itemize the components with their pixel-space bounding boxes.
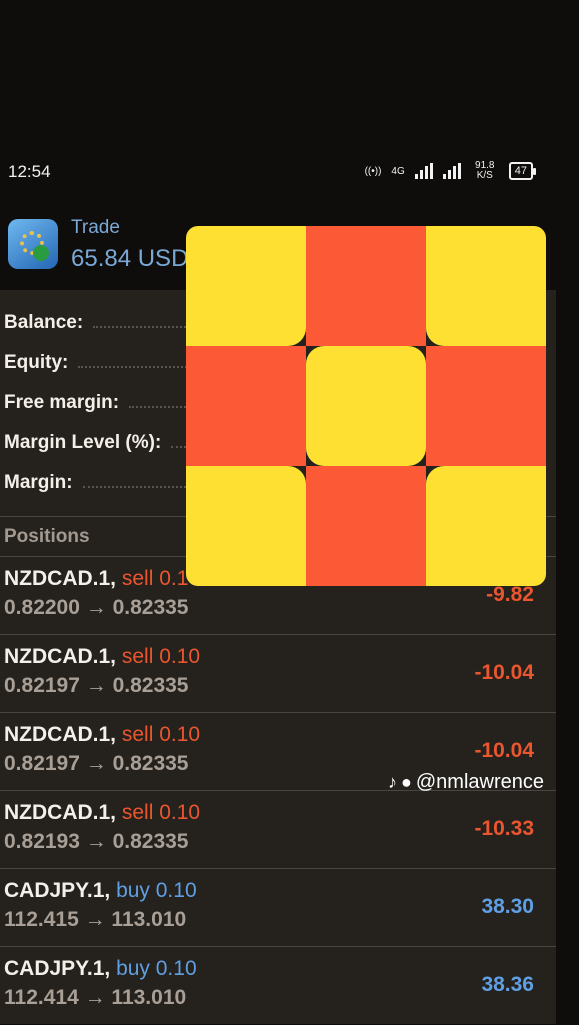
position-side: buy 0.10 xyxy=(116,957,197,980)
position-profit: -10.04 xyxy=(474,661,534,684)
position-side: sell 0.10 xyxy=(121,645,201,668)
summary-row-balance: Balance: xyxy=(4,303,194,343)
position-row[interactable]: CADJPY.1, buy 0.10 112.415 → 113.010 38.… xyxy=(0,868,556,947)
battery-icon: 47 xyxy=(508,162,537,180)
position-side: sell 0.10 xyxy=(121,801,201,824)
position-prices: 0.82197 → 0.82335 xyxy=(4,674,189,697)
app-logo-icon xyxy=(8,219,58,269)
header-balance: 65.84 USD xyxy=(71,245,189,272)
position-profit: -10.04 xyxy=(474,739,534,762)
position-prices: 0.82200 → 0.82335 xyxy=(4,596,189,619)
position-prices: 0.82197 → 0.82335 xyxy=(4,752,189,775)
summary-row-free-margin: Free margin: xyxy=(4,383,194,423)
music-note-icon: ♪ xyxy=(388,771,397,792)
signal-icon-2 xyxy=(442,163,461,179)
position-symbol: NZDCAD.1, sell 0.10 xyxy=(4,645,201,668)
summary-row-margin-level: Margin Level (%): xyxy=(4,423,194,463)
position-row[interactable]: CADJPY.1, buy 0.10 112.414 → 113.010 38.… xyxy=(0,946,556,1025)
watermark-handle: @nmlawrence xyxy=(415,770,544,793)
status-time: 12:54 xyxy=(8,162,51,181)
network-label: 4G xyxy=(391,165,405,177)
position-row[interactable]: NZDCAD.1, sell 0.10 0.82193 → 0.82335 -1… xyxy=(0,790,556,869)
position-profit: 38.30 xyxy=(481,895,534,918)
checker-overlay-image xyxy=(186,226,546,586)
hotspot-icon: ((•)) xyxy=(364,165,382,177)
position-profit: -10.33 xyxy=(474,817,534,840)
position-prices: 0.82193 → 0.82335 xyxy=(4,830,189,853)
position-side: sell 0.10 xyxy=(121,723,201,746)
watermark: ♪ ● @nmlawrence xyxy=(388,768,544,796)
position-prices: 112.415 → 113.010 xyxy=(4,908,187,931)
position-symbol: NZDCAD.1, sell 0.10 xyxy=(4,567,201,590)
position-side: buy 0.10 xyxy=(116,879,197,902)
status-bar: 12:54 ((•)) 4G 91.8 K/S 47 xyxy=(0,150,579,192)
header-title: Trade xyxy=(71,217,120,238)
position-row[interactable]: NZDCAD.1, sell 0.10 0.82197 → 0.82335 -1… xyxy=(0,634,556,713)
summary-row-margin: Margin: xyxy=(4,463,194,503)
position-profit: 38.36 xyxy=(481,973,534,996)
position-prices: 112.414 → 113.010 xyxy=(4,986,187,1009)
position-symbol: NZDCAD.1, sell 0.10 xyxy=(4,723,201,746)
user-icon: ● xyxy=(401,771,412,792)
position-symbol: CADJPY.1, buy 0.10 xyxy=(4,879,197,902)
network-speed: 91.8 K/S xyxy=(475,160,495,181)
position-profit: -9.82 xyxy=(486,583,534,606)
position-symbol: CADJPY.1, buy 0.10 xyxy=(4,957,197,980)
position-symbol: NZDCAD.1, sell 0.10 xyxy=(4,801,201,824)
summary-row-equity: Equity: xyxy=(4,343,194,383)
signal-icon xyxy=(414,163,433,179)
status-icons: ((•)) 4G 91.8 K/S 47 xyxy=(364,158,537,184)
